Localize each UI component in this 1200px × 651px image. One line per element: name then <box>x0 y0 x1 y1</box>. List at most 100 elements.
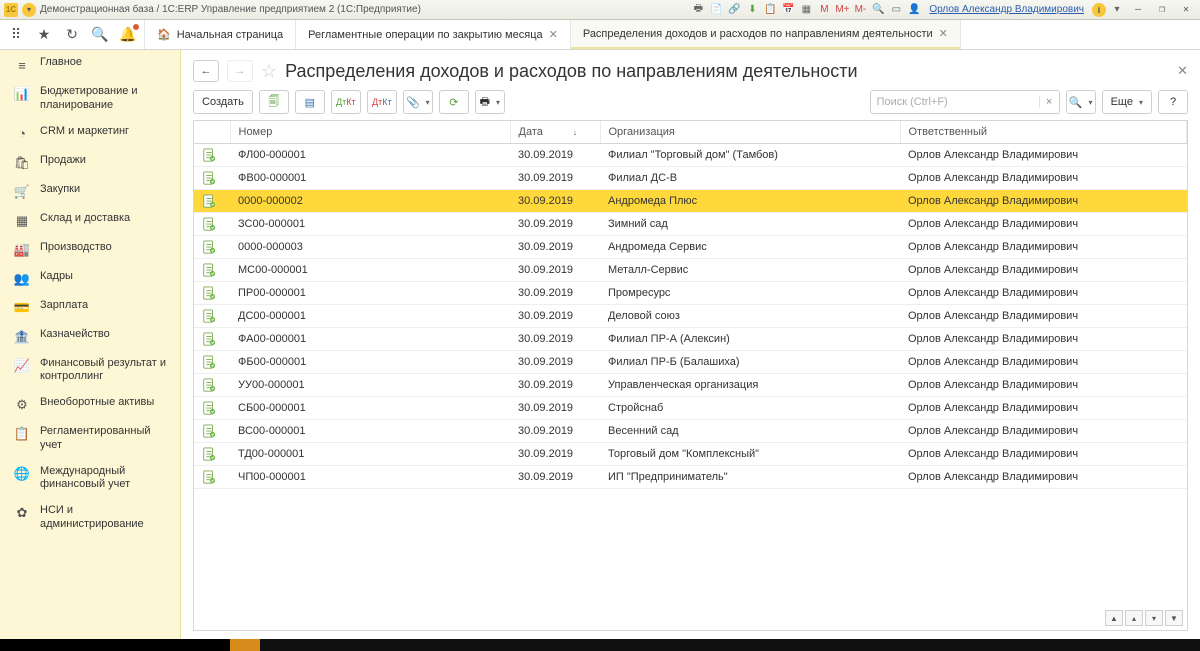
col-responsible-header[interactable]: Ответственный <box>900 121 1187 144</box>
grid-toolbar-icon[interactable]: ▦ <box>799 3 813 17</box>
col-number-header[interactable]: Номер <box>230 121 510 144</box>
cell-responsible: Орлов Александр Владимирович <box>900 374 1187 397</box>
save-toolbar-icon[interactable]: 🖶 <box>691 3 705 17</box>
refresh-button[interactable]: ⟳ <box>439 90 469 114</box>
link-toolbar-icon[interactable]: 🔗 <box>727 3 741 17</box>
window-close-button[interactable]: ✕ <box>1176 3 1196 17</box>
tab-close-icon[interactable]: ✕ <box>939 27 948 40</box>
table-row[interactable]: 0000-00000330.09.2019Андромеда СервисОрл… <box>194 236 1187 259</box>
sidebar-item-7[interactable]: 👥Кадры <box>0 264 180 293</box>
user-name-link[interactable]: Орлов Александр Владимирович <box>929 4 1084 15</box>
table-row[interactable]: ПР00-00000130.09.2019ПромресурсОрлов Але… <box>194 282 1187 305</box>
sidebar-item-8[interactable]: 💳Зарплата <box>0 293 180 322</box>
search-clear-button[interactable]: × <box>1039 96 1059 108</box>
table-row[interactable]: ВС00-00000130.09.2019Весенний садОрлов А… <box>194 420 1187 443</box>
cell-responsible: Орлов Александр Владимирович <box>900 397 1187 420</box>
search-icon[interactable]: 🔍 <box>90 25 110 45</box>
table-row[interactable]: МС00-00000130.09.2019Металл-СервисОрлов … <box>194 259 1187 282</box>
nav-forward-button[interactable]: → <box>227 60 253 82</box>
table-row[interactable]: ТД00-00000130.09.2019Торговый дом "Компл… <box>194 443 1187 466</box>
scroll-top-button[interactable]: ▴ <box>1125 610 1143 626</box>
attachment-button[interactable]: 📎▾ <box>403 90 433 114</box>
table-row[interactable]: УУ00-00000130.09.2019Управленческая орга… <box>194 374 1187 397</box>
info-dropdown-icon[interactable]: ▾ <box>1110 3 1124 17</box>
tab-distributions[interactable]: Распределения доходов и расходов по напр… <box>571 20 961 49</box>
search-input[interactable] <box>871 96 1039 108</box>
cell-number: ВС00-000001 <box>230 420 510 443</box>
col-date-header[interactable]: Дата↓ <box>510 121 600 144</box>
debit-credit-alt-button[interactable]: ДтКт <box>367 90 397 114</box>
sidebar-item-0[interactable]: ≡Главное <box>0 50 180 79</box>
sidebar-item-1[interactable]: 📊Бюджетирование и планирование <box>0 79 180 119</box>
notifications-icon[interactable]: 🔔 <box>118 25 138 45</box>
m-button[interactable]: M <box>817 3 831 17</box>
favorite-star-icon[interactable]: ★ <box>34 25 54 45</box>
help-button[interactable]: ? <box>1158 90 1188 114</box>
table-row[interactable]: ФВ00-00000130.09.2019Филиал ДС-ВОрлов Ал… <box>194 167 1187 190</box>
titlebar-dropdown-icon[interactable]: ▾ <box>22 3 36 17</box>
sidebar-item-14[interactable]: ✿ НСИ и администрирование <box>0 498 180 538</box>
sidebar-icon: ✿ <box>14 505 30 521</box>
list-button[interactable]: ▤ <box>295 90 325 114</box>
table-row[interactable]: ФБ00-00000130.09.2019Филиал ПР-Б (Балаши… <box>194 351 1187 374</box>
row-status-icon <box>194 328 230 351</box>
sidebar-item-5[interactable]: ▦Склад и доставка <box>0 206 180 235</box>
calc-toolbar-icon[interactable]: ▭ <box>889 3 903 17</box>
tab-home[interactable]: 🏠 Начальная страница <box>145 20 296 49</box>
table-row[interactable]: 0000-00000230.09.2019Андромеда ПлюсОрлов… <box>194 190 1187 213</box>
cell-date: 30.09.2019 <box>510 213 600 236</box>
table-row[interactable]: ДС00-00000130.09.2019Деловой союзОрлов А… <box>194 305 1187 328</box>
cell-responsible: Орлов Александр Владимирович <box>900 443 1187 466</box>
zoom-toolbar-icon[interactable]: 🔍 <box>871 3 885 17</box>
col-org-header[interactable]: Организация <box>600 121 900 144</box>
excel-toolbar-icon[interactable]: ⬇ <box>745 3 759 17</box>
sidebar-item-4[interactable]: 🛒Закупки <box>0 177 180 206</box>
sidebar-item-10[interactable]: 📈Финансовый результат и контроллинг <box>0 351 180 391</box>
more-button[interactable]: Еще▾ <box>1102 90 1152 114</box>
m-plus-button[interactable]: M+ <box>835 3 849 17</box>
scroll-top-double-button[interactable]: ▲ <box>1105 610 1123 626</box>
table-row[interactable]: ЧП00-00000130.09.2019ИП "Предприниматель… <box>194 466 1187 489</box>
cell-date: 30.09.2019 <box>510 190 600 213</box>
sidebar-item-6[interactable]: 🏭Производство <box>0 235 180 264</box>
table-row[interactable]: ЗС00-00000130.09.2019Зимний садОрлов Але… <box>194 213 1187 236</box>
print-toolbar-icon[interactable]: 📄 <box>709 3 723 17</box>
page-close-icon[interactable]: ✕ <box>1177 63 1188 79</box>
copy-button[interactable]: 🗐 <box>259 90 289 114</box>
table-row[interactable]: ФА00-00000130.09.2019Филиал ПР-А (Алекси… <box>194 328 1187 351</box>
row-status-icon <box>194 167 230 190</box>
create-button[interactable]: Создать <box>193 90 253 114</box>
tab-close-icon[interactable]: ✕ <box>549 28 558 41</box>
history-icon[interactable]: ↻ <box>62 25 82 45</box>
sidebar-item-11[interactable]: ⚙Внеоборотные активы <box>0 390 180 419</box>
window-restore-button[interactable]: ❐ <box>1152 3 1172 17</box>
scroll-bottom-button[interactable]: ▾ <box>1145 610 1163 626</box>
sidebar-item-12[interactable]: 📋Регламентированный учет <box>0 419 180 459</box>
debit-credit-button[interactable]: ДтКт <box>331 90 361 114</box>
cell-number: УУ00-000001 <box>230 374 510 397</box>
tab-reg-operations[interactable]: Регламентные операции по закрытию месяца… <box>296 20 571 49</box>
table-row[interactable]: ФЛ00-00000130.09.2019Филиал "Торговый до… <box>194 144 1187 167</box>
clipboard-toolbar-icon[interactable]: 📋 <box>763 3 777 17</box>
sidebar-item-label: НСИ и администрирование <box>40 504 170 532</box>
sidebar-item-2[interactable]: ◔CRM и маркетинг <box>0 119 180 148</box>
print-dropdown-button[interactable]: 🖶▾ <box>475 90 505 114</box>
scroll-bottom-double-button[interactable]: ▼ <box>1165 610 1183 626</box>
sidebar-icon: 🛍 <box>14 155 30 171</box>
apps-grid-icon[interactable]: ⠿ <box>6 25 26 45</box>
info-icon[interactable]: i <box>1092 3 1106 17</box>
sidebar-item-13[interactable]: 🌐Международный финансовый учет <box>0 459 180 499</box>
find-button[interactable]: 🔍▾ <box>1066 90 1096 114</box>
nav-back-button[interactable]: ← <box>193 60 219 82</box>
cell-date: 30.09.2019 <box>510 259 600 282</box>
table-row[interactable]: СБ00-00000130.09.2019СтройснабОрлов Алек… <box>194 397 1187 420</box>
m-minus-button[interactable]: M- <box>853 3 867 17</box>
calendar-toolbar-icon[interactable]: 📅 <box>781 3 795 17</box>
sidebar-icon: 💳 <box>14 300 30 316</box>
favorite-page-icon[interactable]: ☆ <box>261 61 277 82</box>
cell-number: ПР00-000001 <box>230 282 510 305</box>
sidebar-item-9[interactable]: 🏦Казначейство <box>0 322 180 351</box>
window-minimize-button[interactable]: – <box>1128 3 1148 17</box>
sidebar-item-3[interactable]: 🛍Продажи <box>0 148 180 177</box>
col-icon-header[interactable] <box>194 121 230 144</box>
